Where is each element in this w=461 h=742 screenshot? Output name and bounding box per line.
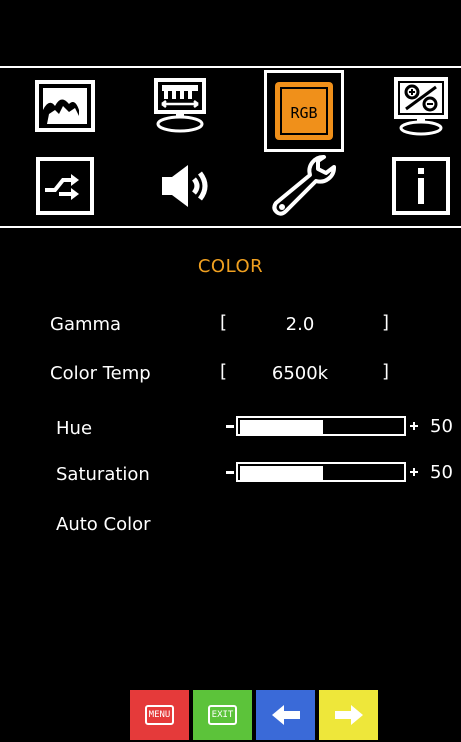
tab-input-source[interactable] <box>26 150 104 222</box>
saturation-track <box>236 462 406 482</box>
hue-plus-icon <box>410 422 418 430</box>
svg-text:RGB: RGB <box>290 104 317 122</box>
audio-speaker-icon <box>162 165 208 207</box>
hue-label: Hue <box>56 418 93 439</box>
arrow-right-icon <box>334 705 363 725</box>
gamma-bracket-close: ] <box>382 312 390 333</box>
color-temp-value[interactable]: 6500k <box>258 363 342 384</box>
hue-track <box>236 416 406 436</box>
zoom-percent-icon <box>394 77 448 136</box>
tab-rgb[interactable]: RGB <box>264 70 344 152</box>
tab-info[interactable] <box>382 150 460 222</box>
left-button[interactable] <box>256 690 315 740</box>
auto-color-label[interactable]: Auto Color <box>56 514 151 535</box>
tab-setup[interactable] <box>264 150 342 222</box>
color-temp-bracket-open: [ <box>220 361 228 382</box>
menu-key-label: MENU <box>144 705 175 725</box>
right-button[interactable] <box>319 690 378 740</box>
saturation-plus-icon <box>410 468 418 476</box>
gamma-value[interactable]: 2.0 <box>260 314 340 335</box>
menu-button[interactable]: MENU <box>130 690 189 740</box>
exit-key-label: EXIT <box>207 705 238 725</box>
gamma-bracket-open: [ <box>220 312 228 333</box>
saturation-fill <box>240 466 323 482</box>
hue-slider[interactable]: 50 <box>226 416 456 440</box>
section-title: COLOR <box>197 256 264 277</box>
hue-fill <box>240 420 323 436</box>
bottom-divider <box>0 226 461 228</box>
tab-display-position[interactable] <box>141 70 219 142</box>
exit-button[interactable]: EXIT <box>193 690 252 740</box>
color-temp-label: Color Temp <box>50 363 151 384</box>
saturation-value: 50 <box>430 462 453 483</box>
rgb-color-icon: RGB <box>275 82 333 140</box>
saturation-slider[interactable]: 50 <box>226 462 456 486</box>
setup-wrench-icon <box>272 155 336 216</box>
tab-picture[interactable] <box>26 70 104 142</box>
hue-minus-icon <box>226 425 234 428</box>
saturation-minus-icon <box>226 471 234 474</box>
picture-icon <box>35 80 95 132</box>
gamma-label: Gamma <box>50 314 122 335</box>
hue-value: 50 <box>430 416 453 437</box>
arrow-left-icon <box>271 705 300 725</box>
info-icon <box>392 157 450 215</box>
color-temp-bracket-close: ] <box>382 361 390 382</box>
saturation-label: Saturation <box>56 464 150 485</box>
display-position-icon <box>154 78 206 133</box>
input-source-icon <box>36 157 94 215</box>
top-divider <box>0 66 461 68</box>
tab-audio[interactable] <box>148 150 226 222</box>
tab-zoom-percent[interactable] <box>382 70 460 142</box>
